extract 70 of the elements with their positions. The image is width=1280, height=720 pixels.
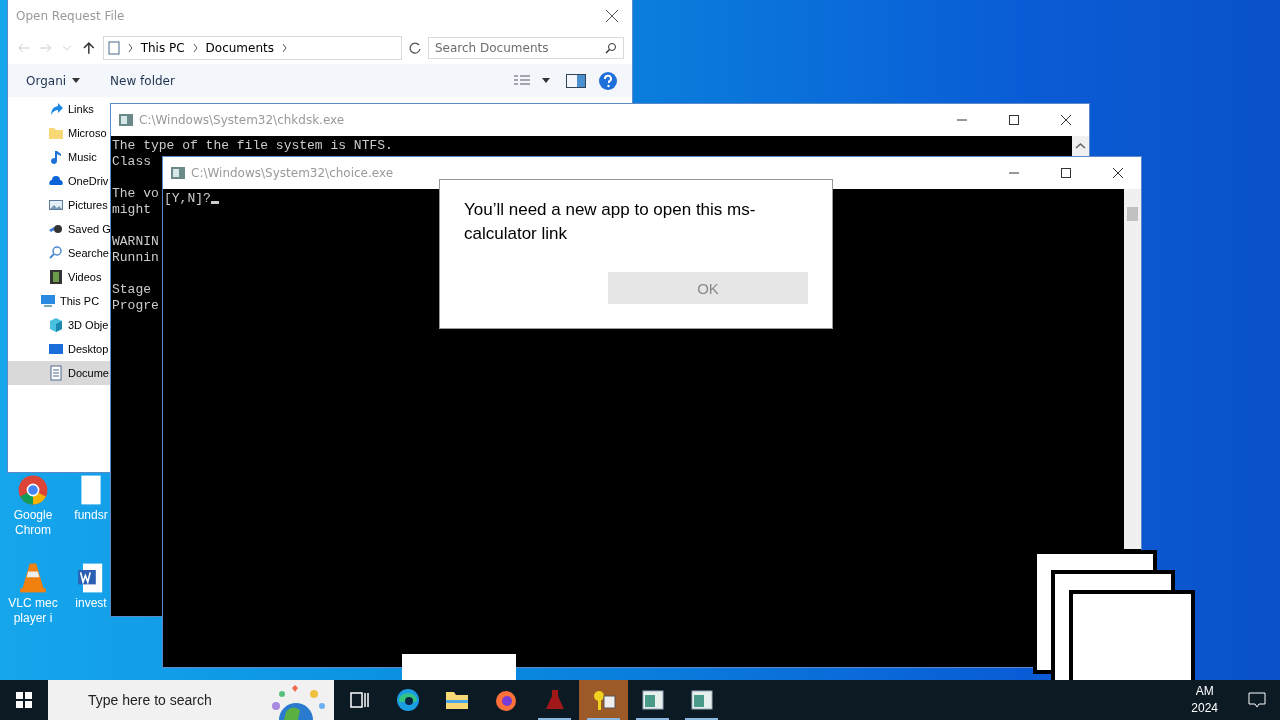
close-icon[interactable] [1113,168,1123,178]
organize-button[interactable]: Organi [26,73,81,88]
folder-icon [48,125,64,141]
console-line: Class [112,154,151,169]
arrow-shortcut-icon [48,101,64,117]
new-folder-button[interactable]: New folder [110,73,175,88]
address-bar[interactable]: This PC Documents [102,36,403,60]
nav-item[interactable]: Music [8,145,112,169]
cube-icon [48,317,64,333]
console-line: The type of the file system is NTFS. [112,138,393,153]
chevron-icon[interactable] [127,44,133,52]
close-icon[interactable] [1061,115,1071,125]
traffic-cone-icon [17,562,49,594]
window-title: Open Request File [16,9,126,23]
task-view-icon[interactable] [349,692,369,708]
console-line: Runnin [112,250,159,265]
nav-item[interactable]: Videos [8,265,112,289]
console-line: [Y,N]? [164,191,211,206]
maximize-icon[interactable] [1061,168,1071,178]
windows-logo-icon [16,692,32,708]
search-icon[interactable] [605,42,617,54]
nav-item[interactable]: Docume [8,361,112,385]
close-icon[interactable] [606,10,618,22]
taskbar-search-field[interactable]: Type here to search [48,680,334,720]
window-title: C:\Windows\System32\choice.exe [191,166,395,180]
clock[interactable]: AM 2024 [1191,680,1226,720]
caret-icon [72,78,81,83]
preview-pane-icon[interactable] [566,73,586,88]
monitor-icon [40,293,56,309]
nav-item[interactable]: Microso [8,121,112,145]
chevron-icon[interactable] [282,44,287,52]
chrome-icon [17,474,49,506]
up-arrow-icon[interactable] [80,40,97,56]
console-line: might [112,202,151,217]
console-line: Stage [112,282,151,297]
picture-icon [48,197,64,213]
film-icon [48,269,64,285]
maximize-icon[interactable] [1009,115,1019,125]
text-cursor [210,201,219,204]
folder-icon[interactable] [445,692,468,709]
firefox-icon[interactable] [495,691,516,711]
music-note-icon [48,149,64,165]
refresh-icon[interactable] [408,41,422,55]
help-icon[interactable] [598,70,618,91]
edge-icon[interactable] [396,689,419,711]
nav-item[interactable]: OneDriv [8,169,112,193]
window-title: C:\Windows\System32\chkdsk.exe [139,113,346,127]
search-field[interactable]: Search Documents [428,37,624,59]
document-icon [48,365,64,381]
console-icon [119,114,133,126]
console-icon [171,167,185,179]
nav-item[interactable]: This PC [8,289,112,313]
dialog-message: You’ll need a new app to open this ms-calculator link [464,199,757,245]
scrollbar[interactable] [1124,189,1141,549]
window-icon[interactable] [691,690,712,710]
nav-item[interactable]: Searche [8,241,112,265]
search-icon [48,245,64,261]
window-icon[interactable] [642,690,663,710]
document-icon [107,41,120,55]
nav-item[interactable]: Links [8,97,112,121]
chevron-icon[interactable] [192,44,198,52]
keys-icon[interactable] [593,691,615,710]
console-line: The vo [112,186,159,201]
desktop-icon [48,341,64,357]
console-line: WARNIN [112,234,159,249]
nav-item[interactable]: Desktop [8,337,112,361]
nav-item[interactable]: Saved G [8,217,112,241]
console-line: Progre [112,298,159,313]
nav-item[interactable]: 3D Obje [8,313,112,337]
nav-item[interactable]: Pictures [8,193,112,217]
